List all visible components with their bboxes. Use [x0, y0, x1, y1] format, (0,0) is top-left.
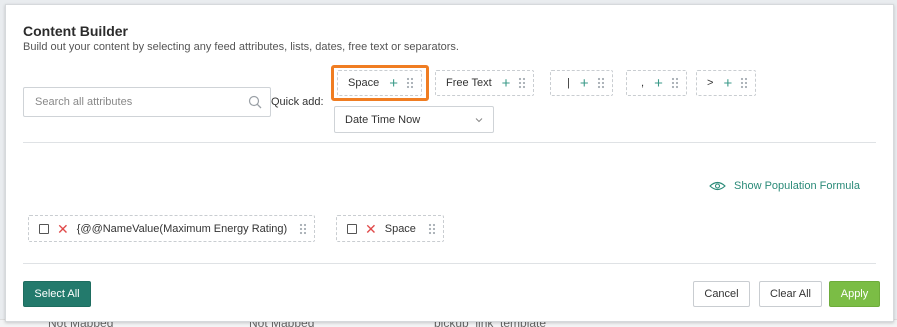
chip-label: | — [567, 77, 570, 89]
remove-icon[interactable]: ✕ — [365, 222, 377, 236]
plus-icon[interactable]: + — [502, 76, 511, 91]
token-label: Space — [384, 222, 416, 235]
quick-add-chip-greater-than[interactable]: > + — [696, 70, 757, 96]
attribute-search[interactable] — [23, 87, 271, 117]
drag-handle-icon[interactable] — [670, 77, 678, 89]
select-all-button[interactable]: Select All — [23, 281, 91, 307]
drag-handle-icon[interactable] — [518, 77, 526, 89]
quick-add-chip-free-text[interactable]: Free Text + — [435, 70, 535, 96]
footer-divider — [23, 263, 876, 264]
token-label: {@@NameValue(Maximum Energy Rating) — [76, 222, 288, 235]
search-icon[interactable] — [248, 95, 262, 109]
quick-add-label: Quick add: — [271, 96, 324, 108]
content-token[interactable]: ✕ Space — [336, 215, 444, 242]
apply-button[interactable]: Apply — [829, 281, 880, 307]
chip-highlight-outline — [331, 65, 429, 101]
section-divider — [23, 142, 876, 143]
search-input[interactable] — [33, 88, 243, 116]
plus-icon[interactable]: + — [580, 76, 589, 91]
drag-handle-icon[interactable] — [740, 77, 748, 89]
quick-add-chip-pipe[interactable]: | + — [550, 70, 613, 96]
clear-all-button[interactable]: Clear All — [759, 281, 822, 307]
dialog-subtitle: Build out your content by selecting any … — [23, 41, 459, 53]
cancel-button[interactable]: Cancel — [693, 281, 750, 307]
plus-icon[interactable]: + — [654, 76, 663, 91]
plus-icon[interactable]: + — [723, 76, 732, 91]
token-checkbox[interactable] — [347, 223, 357, 234]
chip-label: , — [641, 77, 645, 89]
date-time-dropdown[interactable]: Date Time Now — [334, 106, 494, 133]
remove-icon[interactable]: ✕ — [57, 222, 69, 236]
eye-icon — [709, 181, 726, 191]
formula-link-label: Show Population Formula — [734, 180, 860, 192]
quick-add-chip-comma[interactable]: , + — [626, 70, 687, 96]
show-population-formula-link[interactable]: Show Population Formula — [709, 180, 860, 192]
drag-handle-icon[interactable] — [299, 222, 307, 235]
dialog-title: Content Builder — [23, 23, 128, 39]
chip-label: > — [707, 77, 714, 89]
content-builder-dialog: Content Builder Build out your content b… — [5, 4, 894, 322]
drag-handle-icon[interactable] — [427, 222, 435, 235]
chip-label: Free Text — [446, 77, 492, 89]
content-token[interactable]: ✕ {@@NameValue(Maximum Energy Rating) — [28, 215, 316, 242]
chevron-down-icon — [475, 118, 483, 123]
dropdown-selected-value: Date Time Now — [345, 114, 421, 126]
token-checkbox[interactable] — [39, 223, 49, 234]
drag-handle-icon[interactable] — [596, 77, 604, 89]
